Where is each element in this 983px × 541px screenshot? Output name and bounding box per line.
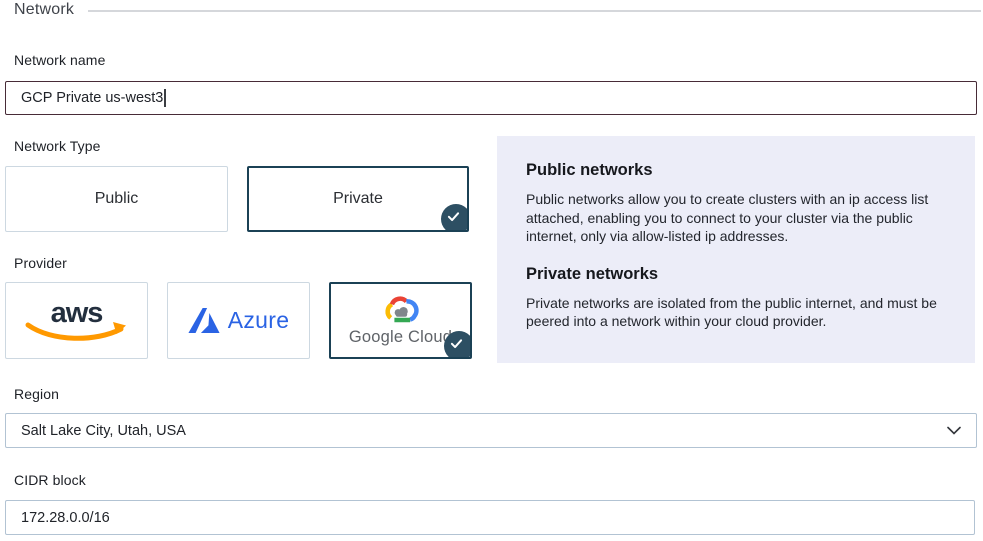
region-label: Region bbox=[14, 386, 59, 402]
text-cursor bbox=[164, 89, 166, 107]
region-select[interactable]: Salt Lake City, Utah, USA bbox=[5, 413, 977, 448]
cidr-block-label: CIDR block bbox=[14, 472, 86, 488]
network-name-value: GCP Private us-west3 bbox=[21, 90, 163, 106]
check-icon bbox=[444, 331, 472, 359]
google-cloud-logo-text: Google Cloud bbox=[349, 328, 452, 347]
cidr-block-input[interactable] bbox=[5, 500, 975, 535]
azure-logo-icon bbox=[188, 307, 220, 334]
network-info-panel: Public networks Public networks allow yo… bbox=[497, 136, 975, 363]
provider-option-google-cloud[interactable]: Google Cloud bbox=[329, 282, 472, 359]
region-selected-value: Salt Lake City, Utah, USA bbox=[21, 423, 186, 439]
info-body-private: Private networks are isolated from the p… bbox=[526, 294, 949, 331]
option-label: Public bbox=[95, 190, 139, 208]
provider-label: Provider bbox=[14, 255, 67, 271]
network-type-label: Network Type bbox=[14, 138, 101, 154]
network-type-option-private[interactable]: Private bbox=[247, 166, 469, 232]
chevron-down-icon bbox=[947, 426, 961, 435]
section-divider bbox=[88, 10, 981, 12]
info-heading-private: Private networks bbox=[526, 265, 949, 284]
aws-smile-icon bbox=[24, 321, 130, 345]
provider-option-azure[interactable]: Azure bbox=[167, 282, 310, 359]
option-label: Private bbox=[333, 190, 383, 208]
network-name-label: Network name bbox=[14, 52, 105, 68]
network-name-input[interactable]: GCP Private us-west3 bbox=[5, 81, 977, 115]
azure-logo-text: Azure bbox=[228, 307, 290, 334]
network-type-options: Public Private bbox=[5, 166, 469, 232]
section-title: Network bbox=[14, 1, 74, 19]
provider-options: aws Azure Google Cloud bbox=[5, 282, 472, 359]
google-cloud-logo-icon bbox=[381, 294, 421, 327]
info-body-public: Public networks allow you to create clus… bbox=[526, 190, 949, 246]
info-heading-public: Public networks bbox=[526, 161, 949, 180]
network-type-option-public[interactable]: Public bbox=[5, 166, 228, 232]
provider-option-aws[interactable]: aws bbox=[5, 282, 148, 359]
check-icon bbox=[441, 204, 469, 232]
